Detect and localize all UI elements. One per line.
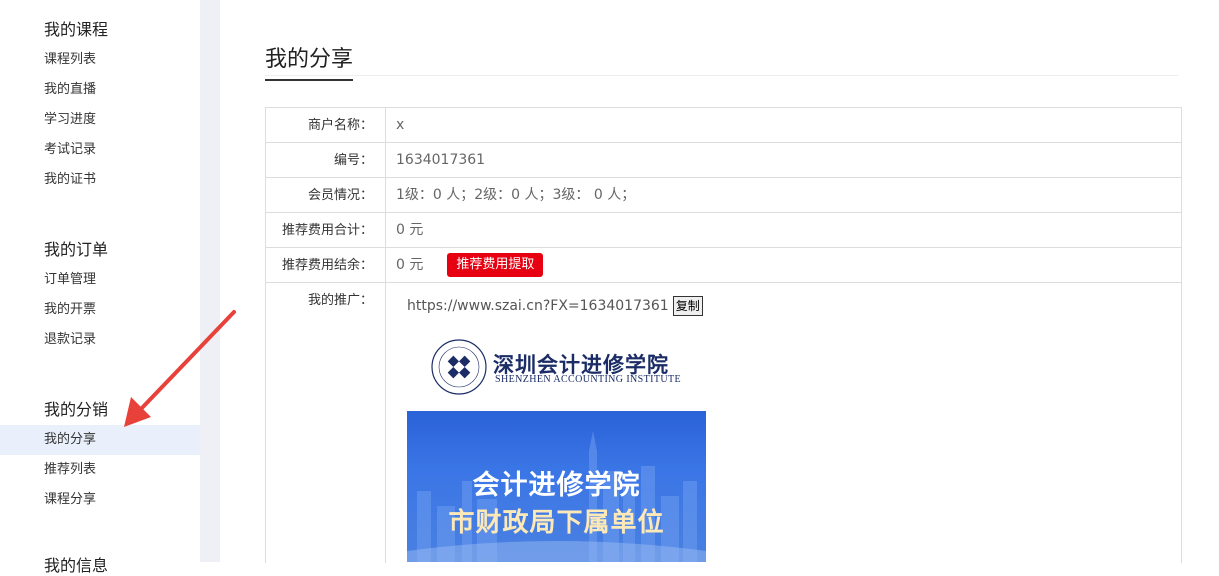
- nav-recommend-list[interactable]: 推荐列表: [0, 455, 200, 485]
- total-fee-label: 推荐费用合计：: [266, 213, 386, 247]
- merchant-value: x: [396, 116, 405, 133]
- title-divider: [265, 75, 1178, 76]
- members-value: 1级：0 人；2级：0 人；3级： 0 人；: [396, 186, 636, 203]
- promo-poster-logo: 深圳会计进修学院 SHENZHEN ACCOUNTING INSTITUTE: [407, 325, 707, 411]
- promo-poster-banner: 会计进修学院 市财政局下属单位: [407, 411, 706, 562]
- sidebar: 我的课程 课程列表 我的直播 学习进度 考试记录 我的证书 我的订单 订单管理 …: [0, 0, 200, 575]
- id-label: 编号：: [266, 143, 386, 177]
- nav-my-invoices[interactable]: 我的开票: [0, 295, 200, 325]
- row-balance: 推荐费用结余： 0 元 推荐费用提取: [266, 248, 1181, 283]
- banner-subheadline: 市财政局下属单位: [448, 508, 665, 538]
- total-fee-value: 0 元: [396, 221, 424, 238]
- nav-study-progress[interactable]: 学习进度: [0, 105, 200, 135]
- id-value: 1634017361: [396, 151, 486, 168]
- copy-button[interactable]: 复制: [672, 296, 703, 316]
- promo-url-line: https://www.szai.cn?FX=1634017361 复制: [407, 293, 707, 319]
- row-id: 编号： 1634017361: [266, 143, 1181, 178]
- nav-refund-records[interactable]: 退款记录: [0, 325, 200, 355]
- institute-seal-icon: [431, 339, 487, 395]
- section-title-distribution: 我的分销: [44, 400, 109, 419]
- balance-cell: 0 元 推荐费用提取: [386, 248, 544, 282]
- row-merchant: 商户名称： x: [266, 108, 1181, 143]
- section-title-orders: 我的订单: [44, 240, 109, 259]
- row-promotion: 我的推广：: [266, 283, 1181, 563]
- members-label: 会员情况：: [266, 178, 386, 212]
- nav-course-share[interactable]: 课程分享: [0, 485, 200, 515]
- promo-link-box: https://www.szai.cn?FX=1634017361 复制: [407, 293, 707, 326]
- row-members: 会员情况： 1级：0 人；2级：0 人；3级： 0 人；: [266, 178, 1181, 213]
- nav-my-certificates[interactable]: 我的证书: [0, 165, 200, 195]
- section-title-info: 我的信息: [44, 556, 109, 575]
- nav-my-live[interactable]: 我的直播: [0, 75, 200, 105]
- withdraw-button[interactable]: 推荐费用提取: [447, 253, 544, 277]
- sidebar-divider: [200, 0, 220, 562]
- section-title-courses: 我的课程: [44, 20, 109, 39]
- merchant-label: 商户名称：: [266, 108, 386, 142]
- promo-cell: [386, 283, 396, 563]
- nav-course-list[interactable]: 课程列表: [0, 45, 200, 75]
- balance-label: 推荐费用结余：: [266, 248, 386, 282]
- nav-exam-records[interactable]: 考试记录: [0, 135, 200, 165]
- banner-headline: 会计进修学院: [472, 470, 641, 501]
- balance-value: 0 元: [396, 256, 424, 273]
- logo-english-name: SHENZHEN ACCOUNTING INSTITUTE: [495, 374, 682, 385]
- promo-label: 我的推广：: [266, 283, 386, 563]
- nav-order-management[interactable]: 订单管理: [0, 265, 200, 295]
- row-total-fee: 推荐费用合计： 0 元: [266, 213, 1181, 248]
- promo-url[interactable]: https://www.szai.cn?FX=1634017361: [407, 295, 669, 317]
- share-info-table: 商户名称： x 编号： 1634017361 会员情况： 1级：0 人；2级：0…: [265, 107, 1182, 563]
- nav-my-share[interactable]: 我的分享: [0, 425, 200, 455]
